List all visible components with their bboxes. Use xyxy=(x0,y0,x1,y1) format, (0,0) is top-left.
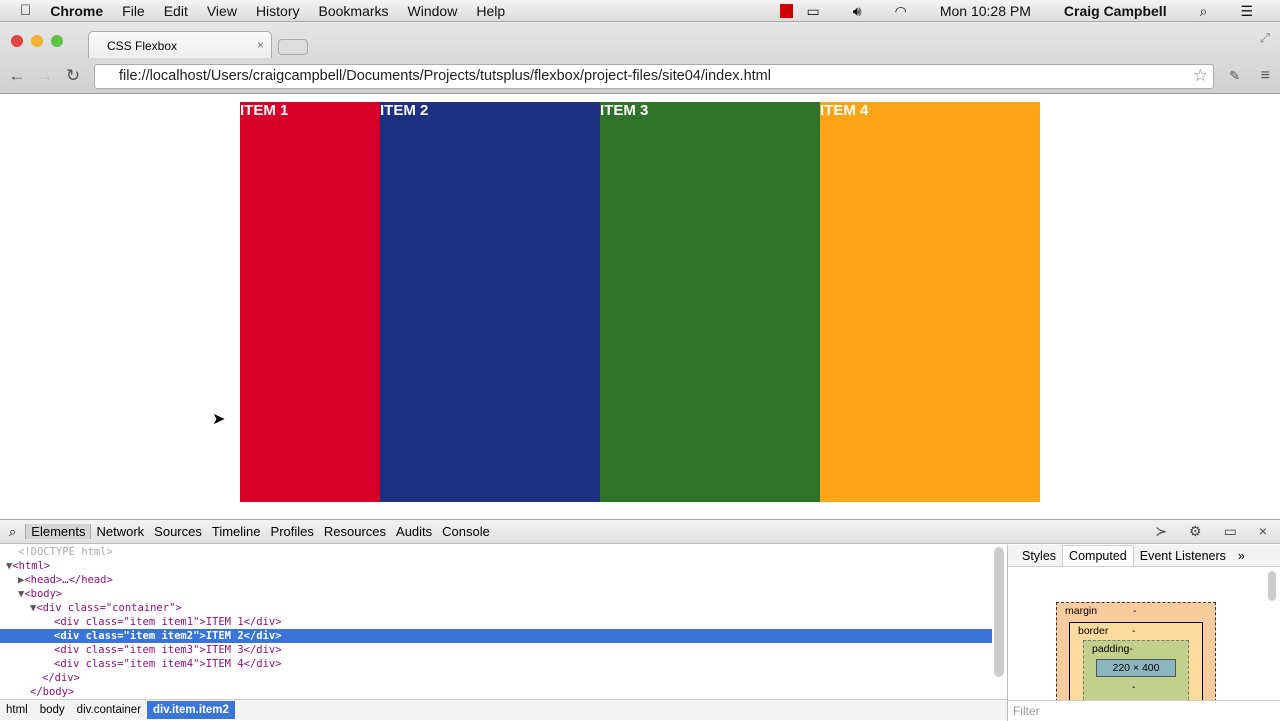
minimize-window-button[interactable] xyxy=(31,35,43,47)
border-top-value: - xyxy=(1132,625,1136,637)
spotlight-icon[interactable]: ⌕ xyxy=(1200,3,1208,20)
item-2[interactable]: ITEM 2 xyxy=(380,102,600,502)
window-controls xyxy=(11,35,63,47)
item-1-label: ITEM 1 xyxy=(240,102,289,119)
item-3-label: ITEM 3 xyxy=(600,102,649,119)
box-model-content: 220 × 400 xyxy=(1096,659,1176,677)
dom-body[interactable]: ▼<body> xyxy=(0,587,992,601)
menu-window[interactable]: Window xyxy=(408,3,458,19)
fullscreen-icon[interactable]: ⤢ xyxy=(1260,30,1270,46)
crumb-body[interactable]: body xyxy=(34,701,71,719)
dom-container-close[interactable]: </div> xyxy=(0,671,992,685)
dom-item4[interactable]: <div class="item item4">ITEM 4</div> xyxy=(0,657,992,671)
box-model-border: border - padding- 220 × 400 - xyxy=(1069,622,1203,712)
dom-tree: <!DOCTYPE html> ▼<html> ▶<head>…</head> … xyxy=(0,545,992,698)
console-drawer-icon[interactable]: ≻ xyxy=(1150,523,1172,540)
tab-resources[interactable]: Resources xyxy=(319,524,391,539)
more-tabs-icon[interactable]: » xyxy=(1232,546,1251,566)
padding-bottom-value: - xyxy=(1132,681,1136,693)
forward-button[interactable]: → xyxy=(31,66,59,86)
inspect-search-icon[interactable]: ⌕ xyxy=(0,524,25,540)
reload-button[interactable]: ↻ xyxy=(59,66,87,86)
menu-bookmarks[interactable]: Bookmarks xyxy=(319,3,389,19)
crumb-html[interactable]: html xyxy=(0,701,34,719)
back-button[interactable]: ← xyxy=(3,66,31,86)
dom-scrollbar[interactable] xyxy=(994,547,1004,677)
flex-container: ITEM 1 ITEM 2 ITEM 3 ITEM 4 xyxy=(240,102,1040,502)
mac-menubar:  Chrome File Edit View History Bookmark… xyxy=(0,0,1280,22)
browser-chrome: CSS Flexbox × ⤢ ← → ↻ file://localhost/U… xyxy=(0,22,1280,94)
mouse-cursor-icon: ➤ xyxy=(212,411,226,428)
menu-edit[interactable]: Edit xyxy=(164,3,188,19)
toolbar: ← → ↻ file://localhost/Users/craigcampbe… xyxy=(0,62,1280,90)
new-tab-button[interactable] xyxy=(278,39,308,55)
menu-app[interactable]: Chrome xyxy=(50,3,103,19)
tab-sources[interactable]: Sources xyxy=(149,524,207,539)
styles-sidebar: Styles Computed Event Listeners » margin… xyxy=(1007,545,1280,721)
extension-icon[interactable]: ✎ xyxy=(1229,68,1240,84)
dom-head[interactable]: ▶<head>…</head> xyxy=(0,573,992,587)
item-2-label: ITEM 2 xyxy=(380,102,429,119)
dom-item2-selected[interactable]: <div class="item item2">ITEM 2</div> xyxy=(0,629,992,643)
dock-icon[interactable]: ▭ xyxy=(1219,523,1242,540)
tab-event-listeners[interactable]: Event Listeners xyxy=(1134,546,1232,566)
menu-view[interactable]: View xyxy=(207,3,237,19)
apple-icon[interactable]:  xyxy=(20,2,31,19)
margin-top-value: - xyxy=(1133,605,1137,617)
dom-item3[interactable]: <div class="item item3">ITEM 3</div> xyxy=(0,643,992,657)
volume-icon[interactable]: 🔊︎ xyxy=(853,3,862,20)
browser-tab[interactable]: CSS Flexbox × xyxy=(88,31,272,58)
tab-timeline[interactable]: Timeline xyxy=(207,524,266,539)
bookmark-star-icon[interactable]: ☆ xyxy=(1193,66,1208,86)
menu-history[interactable]: History xyxy=(256,3,300,19)
page-content: ITEM 1 ITEM 2 ITEM 3 ITEM 4 ➤ xyxy=(0,95,1280,519)
close-tab-icon[interactable]: × xyxy=(257,38,264,52)
sidebar-scrollbar[interactable] xyxy=(1268,571,1276,601)
wifi-icon[interactable]: ◠ xyxy=(895,3,907,20)
dom-container[interactable]: ▼<div class="container"> xyxy=(0,601,992,615)
margin-label: margin xyxy=(1065,605,1098,617)
crumb-item2[interactable]: div.item.item2 xyxy=(147,701,235,719)
dom-body-close[interactable]: </body> xyxy=(0,685,992,698)
dom-item1[interactable]: <div class="item item1">ITEM 1</div> xyxy=(0,615,992,629)
devtools-tabbar: ⌕ Elements Network Sources Timeline Prof… xyxy=(0,520,1280,544)
menu-file[interactable]: File xyxy=(122,3,145,19)
tab-network[interactable]: Network xyxy=(91,524,149,539)
crumb-container[interactable]: div.container xyxy=(71,701,147,719)
gear-icon[interactable]: ⚙ xyxy=(1184,523,1207,540)
dom-doctype[interactable]: <!DOCTYPE html> xyxy=(0,545,992,559)
close-window-button[interactable] xyxy=(11,35,23,47)
tab-console[interactable]: Console xyxy=(437,524,495,539)
close-devtools-icon[interactable]: × xyxy=(1254,523,1272,540)
box-model-margin: margin - border - padding- 220 × 400 - xyxy=(1056,602,1216,712)
tab-styles[interactable]: Styles xyxy=(1016,546,1062,566)
item-3[interactable]: ITEM 3 xyxy=(600,102,820,502)
zoom-window-button[interactable] xyxy=(51,35,63,47)
tab-title: CSS Flexbox xyxy=(107,39,178,53)
record-icon[interactable] xyxy=(779,4,793,18)
tab-elements[interactable]: Elements xyxy=(25,524,92,539)
sidebar-tabs: Styles Computed Event Listeners » xyxy=(1008,545,1280,567)
dom-html[interactable]: ▼<html> xyxy=(0,559,992,573)
address-bar[interactable]: file://localhost/Users/craigcampbell/Doc… xyxy=(94,64,1214,89)
item-1[interactable]: ITEM 1 xyxy=(240,102,380,502)
tab-computed[interactable]: Computed xyxy=(1062,545,1134,566)
item-4-label: ITEM 4 xyxy=(820,102,869,119)
breadcrumb: html body div.container div.item.item2 xyxy=(0,699,1007,720)
clock[interactable]: Mon 10:28 PM xyxy=(940,3,1031,19)
border-label: border xyxy=(1078,625,1109,637)
tab-audits[interactable]: Audits xyxy=(391,524,437,539)
padding-label: padding xyxy=(1092,643,1130,655)
menu-icon[interactable]: ≡ xyxy=(1261,67,1270,85)
item-4[interactable]: ITEM 4 xyxy=(820,102,1040,502)
padding-top-value: - xyxy=(1129,643,1133,655)
tab-profiles[interactable]: Profiles xyxy=(266,524,319,539)
menu-help[interactable]: Help xyxy=(476,3,505,19)
list-icon[interactable]: ☰ xyxy=(1240,3,1253,20)
devtools-panel: ⌕ Elements Network Sources Timeline Prof… xyxy=(0,519,1280,721)
filter-input[interactable]: Filter xyxy=(1008,700,1280,721)
user-name[interactable]: Craig Campbell xyxy=(1064,3,1167,19)
url-text: file://localhost/Users/craigcampbell/Doc… xyxy=(119,68,771,84)
airplay-icon[interactable]: ▭ xyxy=(807,3,820,20)
